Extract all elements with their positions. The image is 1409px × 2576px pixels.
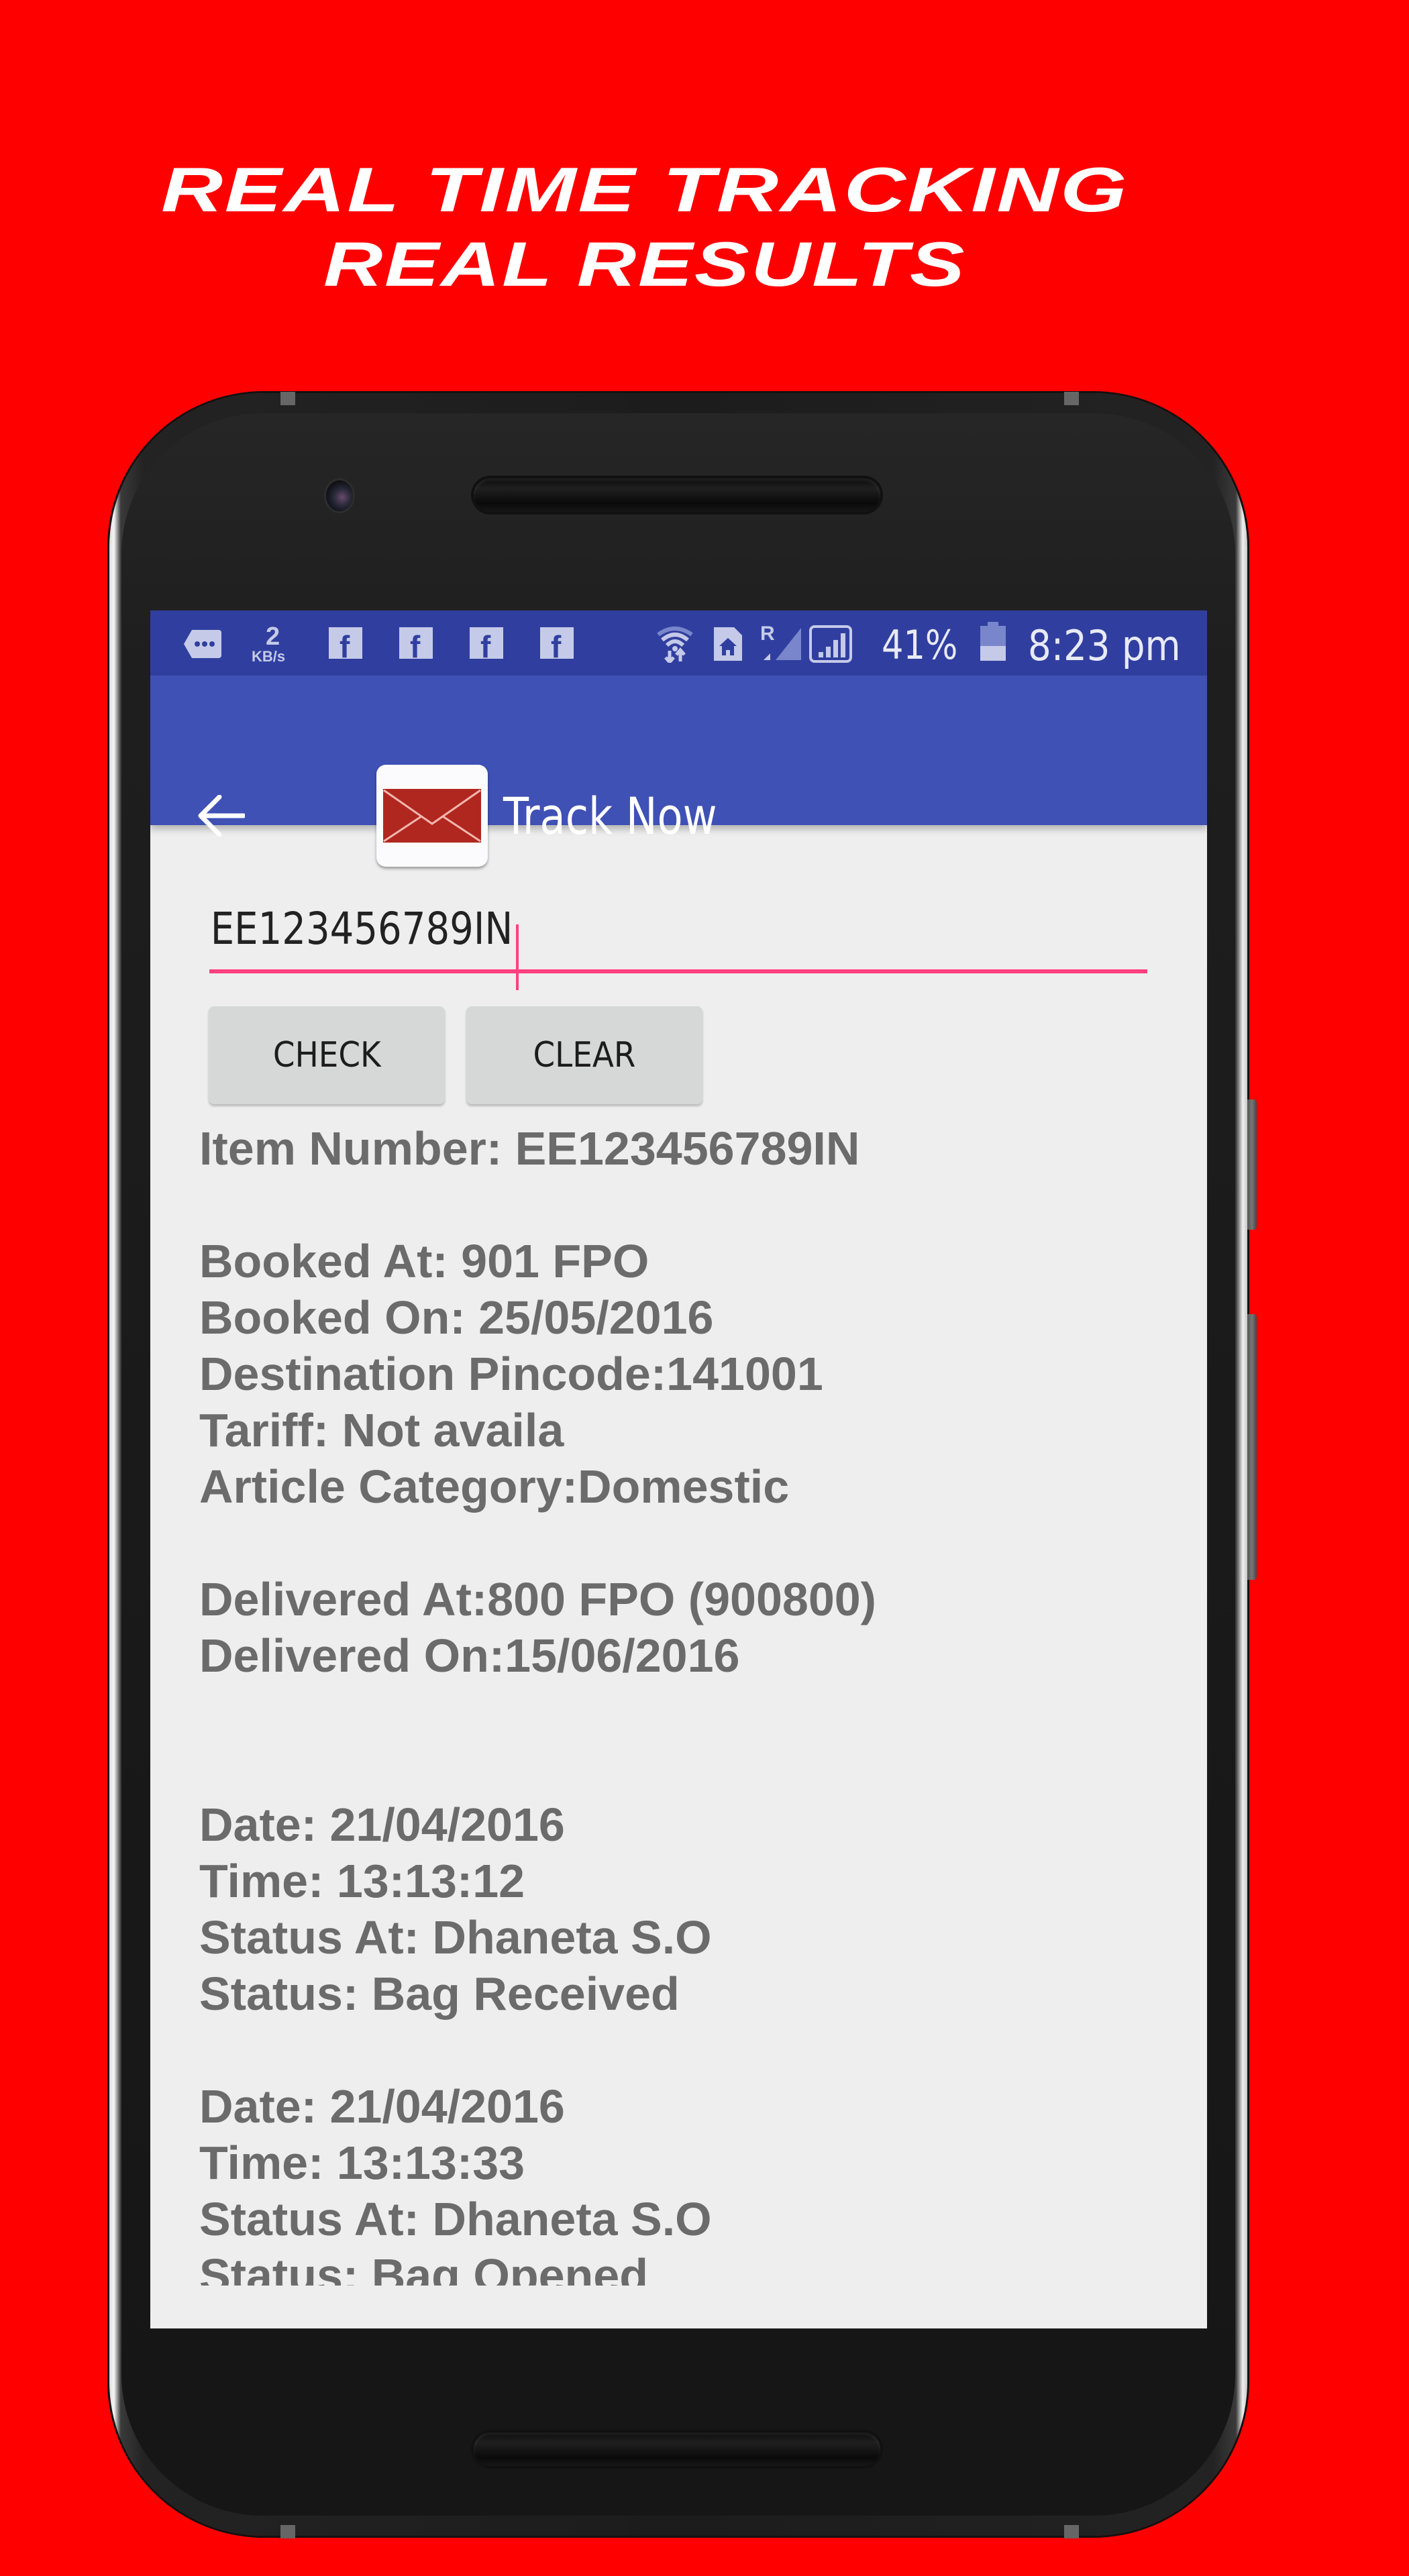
phone-antenna-line xyxy=(280,2525,295,2538)
toolbar-title: Track Now xyxy=(503,786,717,846)
event-time: Time: 13:13:12 xyxy=(199,1855,525,1907)
check-button-label: CHECK xyxy=(272,1035,381,1075)
earpiece-speaker xyxy=(474,478,880,512)
facebook-icon: f xyxy=(470,627,503,662)
app-toolbar: Track Now xyxy=(150,676,1207,867)
booked-on: Booked On: 25/05/2016 xyxy=(199,1291,714,1344)
delivered-on: Delivered On:15/06/2016 xyxy=(199,1629,740,1682)
phone-antenna-line xyxy=(280,392,295,405)
event-time: Time: 13:13:33 xyxy=(199,2137,525,2189)
tracking-number-field[interactable] xyxy=(209,895,1147,990)
phone-antenna-line xyxy=(1064,2525,1079,2538)
clock: 8:23 pm xyxy=(1028,621,1181,670)
battery-icon xyxy=(980,622,1006,661)
network-speed-unit: KB/s xyxy=(252,648,286,665)
event-status-at: Status At: Dhaneta S.O xyxy=(199,1911,712,1964)
event-status: Status: Bag Opened xyxy=(199,2249,648,2286)
battery-percent: 41% xyxy=(882,622,958,669)
network-speed-value: 2 xyxy=(266,623,280,651)
arrow-left-icon[interactable] xyxy=(198,795,245,837)
check-button[interactable]: CHECK xyxy=(209,1006,445,1104)
promo-headline-line2: REAL RESULTS xyxy=(323,229,967,299)
wifi-hotspot-icon xyxy=(657,627,693,663)
power-button xyxy=(1247,1099,1257,1230)
phone-screen: 2 KB/s f f f f R 41% 8:23 pm Track Now E… xyxy=(150,610,1207,2328)
event-date: Date: 21/04/2016 xyxy=(199,1799,565,1851)
tracking-results: Item Number: EE123456789IN Booked At: 90… xyxy=(199,1120,1172,2286)
envelope-icon xyxy=(383,789,481,843)
sim-home-icon xyxy=(714,627,742,661)
clear-button-label: CLEAR xyxy=(533,1035,636,1075)
phone-antenna-line xyxy=(1064,392,1079,405)
article-category: Article Category:Domestic xyxy=(199,1460,790,1513)
app-logo xyxy=(376,765,488,867)
tariff: Tariff: Not availa xyxy=(199,1404,564,1456)
event-status-at: Status At: Dhaneta S.O xyxy=(199,2193,712,2245)
input-underline xyxy=(209,969,1147,973)
volume-rocker xyxy=(1247,1314,1257,1580)
facebook-icon: f xyxy=(540,627,574,662)
item-number: Item Number: EE123456789IN xyxy=(199,1122,860,1175)
event-status: Status: Bag Received xyxy=(199,1968,680,2020)
tracking-number-input[interactable] xyxy=(209,895,1008,962)
facebook-icon: f xyxy=(329,627,362,662)
message-icon xyxy=(184,630,221,658)
bottom-speaker xyxy=(474,2432,880,2466)
signal-strength-icon xyxy=(809,625,852,663)
promo-headline-line1: REAL TIME TRACKING xyxy=(161,154,1129,225)
destination-pincode: Destination Pincode:141001 xyxy=(199,1348,823,1400)
event-date: Date: 21/04/2016 xyxy=(199,2080,565,2133)
text-caret xyxy=(515,924,519,990)
status-bar: 2 KB/s f f f f R 41% 8:23 pm xyxy=(150,610,1207,676)
delivered-at: Delivered At:800 FPO (900800) xyxy=(199,1573,876,1625)
booked-at: Booked At: 901 FPO xyxy=(199,1235,649,1287)
roaming-signal-icon xyxy=(764,628,801,660)
facebook-icon: f xyxy=(399,627,433,662)
clear-button[interactable]: CLEAR xyxy=(466,1006,702,1104)
front-camera-icon xyxy=(326,480,353,511)
